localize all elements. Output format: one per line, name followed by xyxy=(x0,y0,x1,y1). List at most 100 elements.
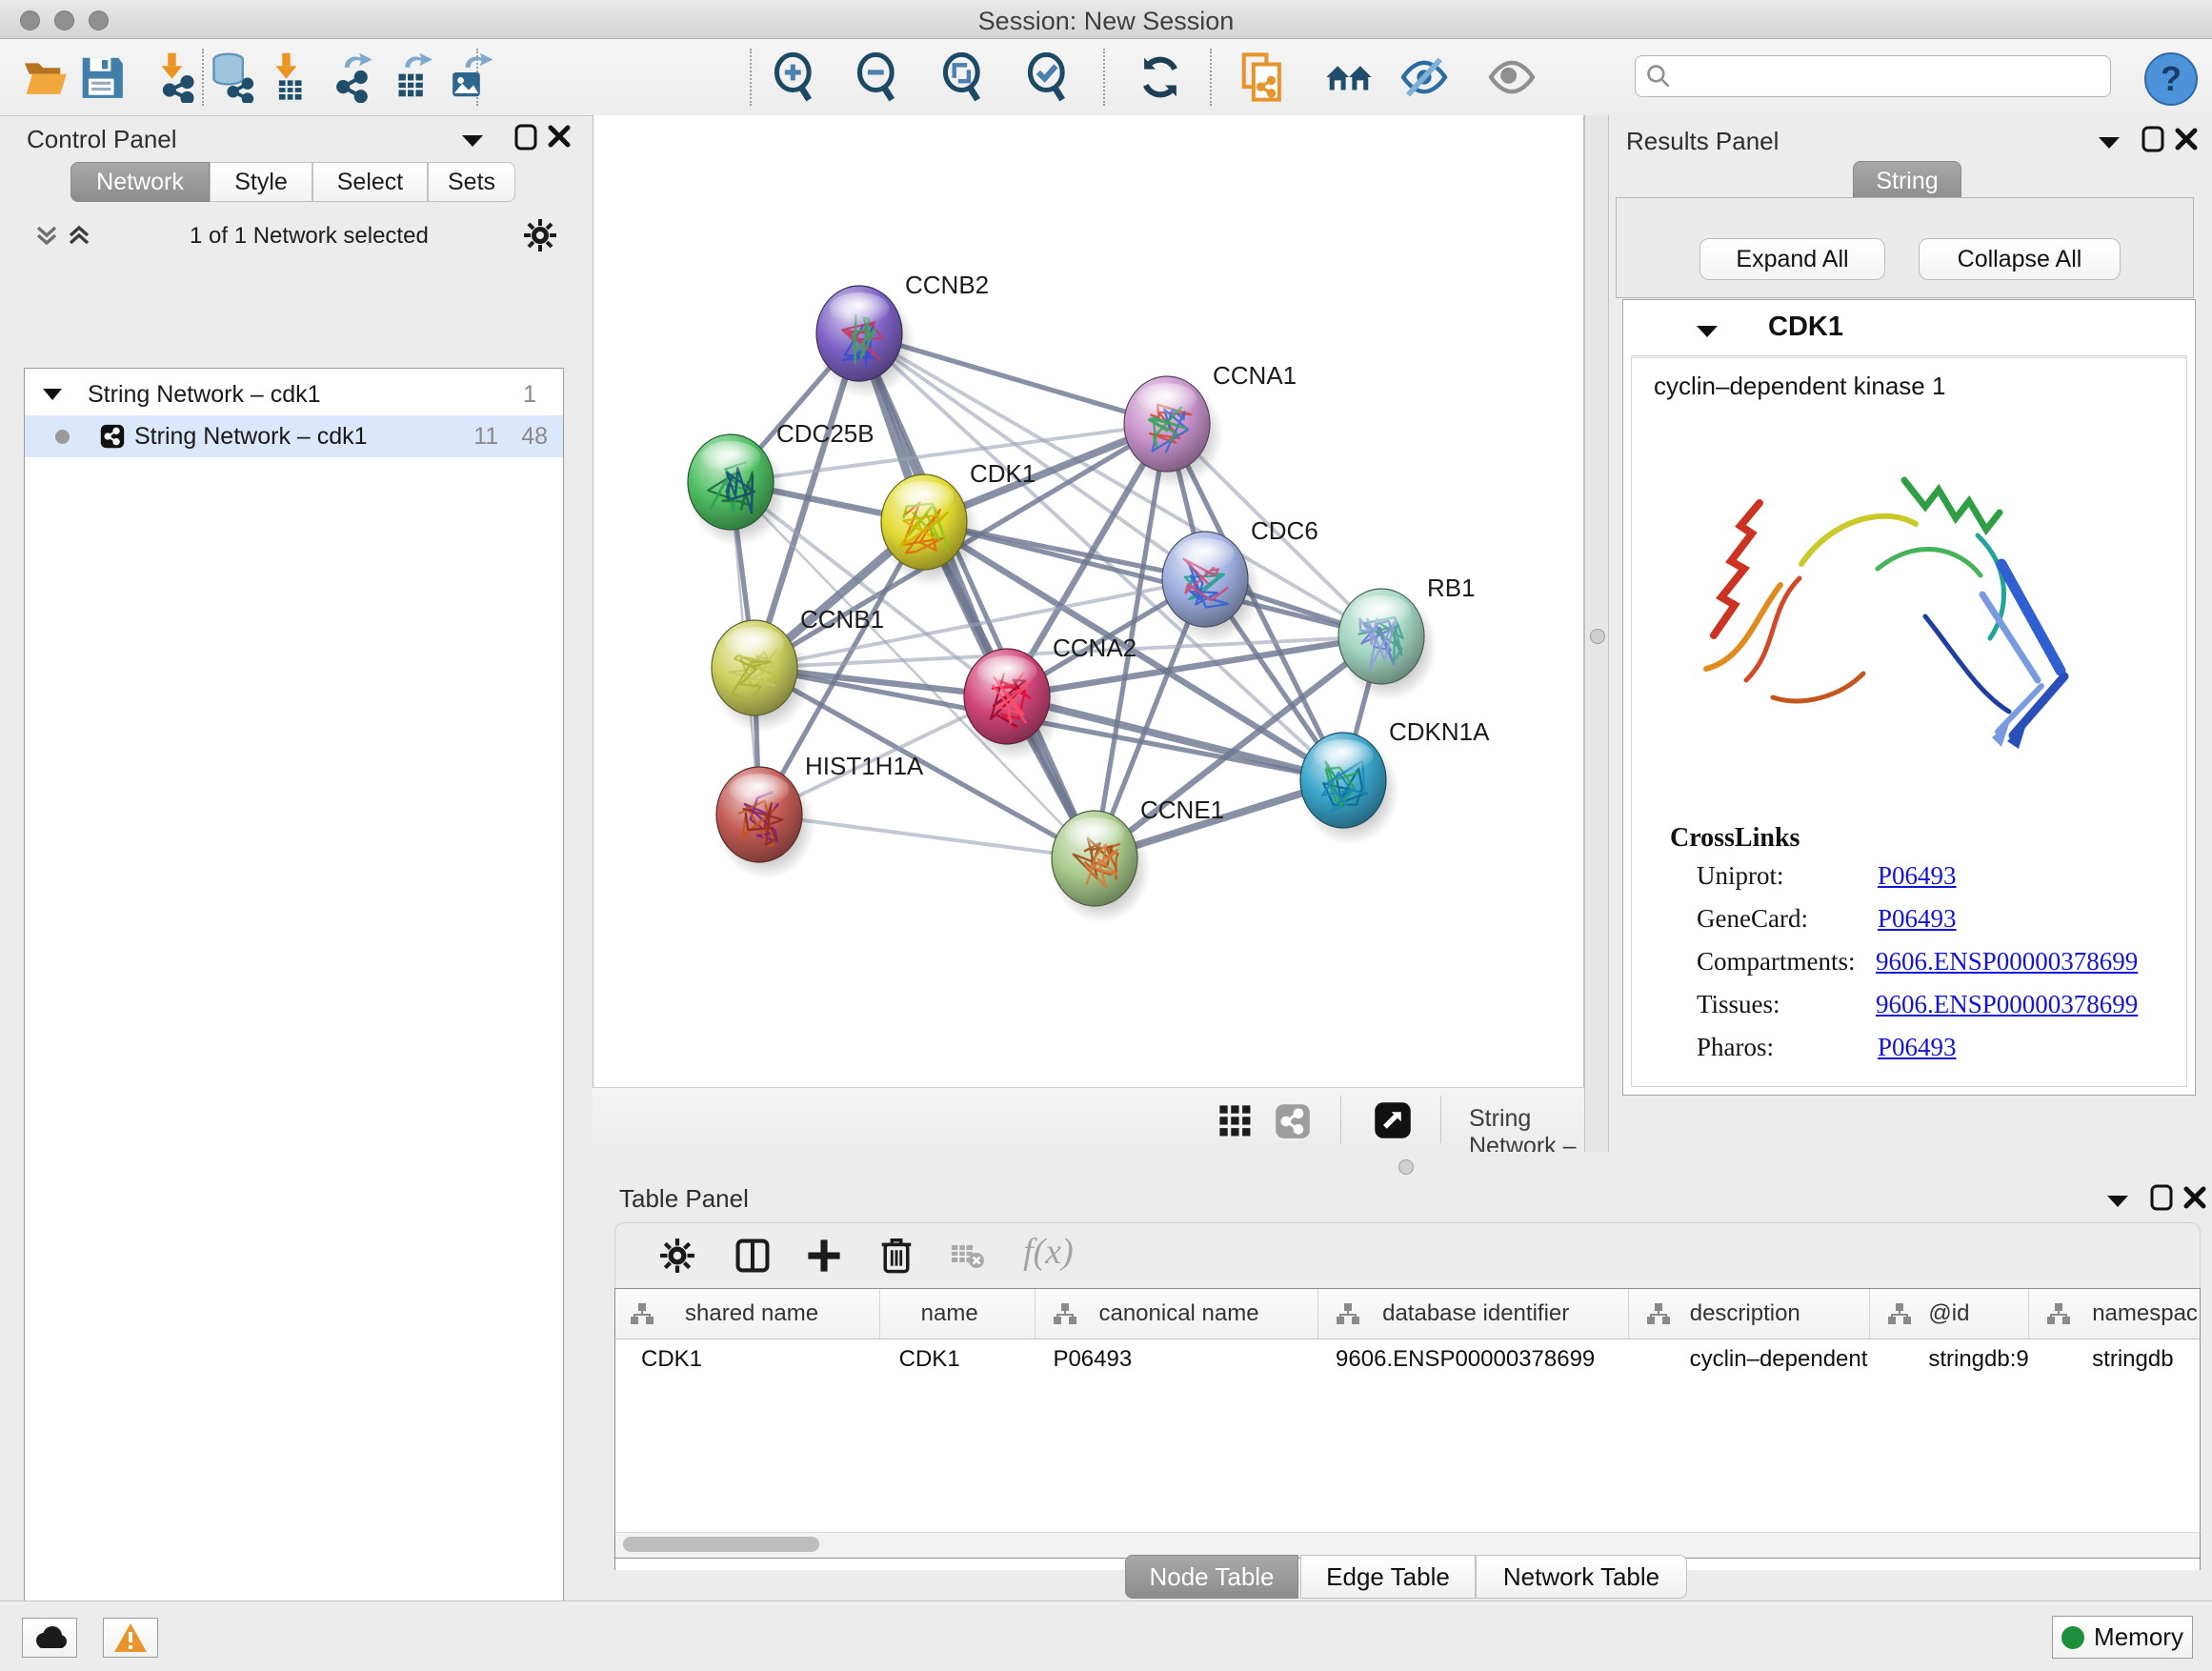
network-snapshot-button[interactable] xyxy=(1237,50,1290,104)
show-column-icon[interactable] xyxy=(734,1238,771,1274)
crosslink-tissues-link[interactable]: 9606.ENSP00000378699 xyxy=(1876,990,2138,1019)
share-view-icon[interactable] xyxy=(1275,1103,1311,1139)
float-panel-icon[interactable] xyxy=(2140,125,2166,153)
import-table-button[interactable] xyxy=(262,50,315,104)
crosslink-uniprot-link[interactable]: P06493 xyxy=(1878,861,1957,891)
warning-status-button[interactable] xyxy=(103,1618,158,1658)
tab-node-table[interactable]: Node Table xyxy=(1125,1555,1298,1599)
cell-database-identifier: 9606.ENSP00000378699 xyxy=(1318,1346,1629,1373)
export-table-button[interactable] xyxy=(385,50,438,104)
add-column-plus-icon[interactable] xyxy=(806,1238,842,1274)
node-label-hist1h1a: HIST1H1A xyxy=(805,752,924,780)
column-type-icon xyxy=(1053,1302,1077,1325)
export-image-button[interactable] xyxy=(442,50,495,104)
network-overview-button[interactable] xyxy=(1322,50,1376,104)
birds-eye-grid-icon[interactable] xyxy=(1217,1103,1254,1139)
close-panel-icon[interactable] xyxy=(547,124,572,149)
results-panel-title: Results Panel xyxy=(1626,127,1779,156)
export-image-icon xyxy=(443,51,494,103)
search-input[interactable] xyxy=(1672,62,2085,91)
panel-menu-icon[interactable] xyxy=(2097,134,2122,151)
help-button[interactable]: ? xyxy=(2144,52,2198,106)
crosslink-compartments-link[interactable]: 9606.ENSP00000378699 xyxy=(1876,947,2138,976)
cell-name: CDK1 xyxy=(880,1346,1036,1373)
tree-expand-icon[interactable] xyxy=(42,387,63,402)
float-panel-icon[interactable] xyxy=(513,123,539,151)
import-network-database-button[interactable] xyxy=(205,50,258,104)
float-panel-icon[interactable] xyxy=(2148,1183,2175,1212)
tab-network-table[interactable]: Network Table xyxy=(1476,1555,1687,1599)
column-header-canonical-name[interactable]: canonical name xyxy=(1036,1289,1318,1339)
export-network-icon xyxy=(329,51,380,103)
horizontal-splitter-handle[interactable] xyxy=(1398,1159,1414,1175)
expand-all-icon[interactable] xyxy=(67,222,91,249)
zoom-selected-button[interactable] xyxy=(1021,50,1075,104)
tab-string[interactable]: String xyxy=(1853,161,1961,200)
network-node-cdkn1a[interactable] xyxy=(1300,733,1399,845)
column-header-shared-name[interactable]: shared name xyxy=(615,1289,880,1339)
memory-button[interactable]: Memory xyxy=(2052,1616,2193,1659)
column-type-icon xyxy=(1336,1302,1360,1325)
network-tree: String Network – cdk1 1 String Network –… xyxy=(24,368,564,1671)
vertical-splitter-handle[interactable] xyxy=(1590,629,1605,644)
panel-menu-icon[interactable] xyxy=(2105,1193,2130,1210)
refresh-view-button[interactable] xyxy=(1134,50,1187,104)
zoom-in-icon xyxy=(769,51,820,103)
scrollbar-thumb[interactable] xyxy=(623,1537,819,1552)
table-row[interactable]: CDK1 CDK1 P06493 9606.ENSP00000378699 cy… xyxy=(615,1339,2200,1379)
column-header-description[interactable]: description xyxy=(1629,1289,1871,1339)
table-settings-gear-icon[interactable] xyxy=(659,1238,695,1274)
network-row-selected[interactable]: String Network – cdk1 11 48 xyxy=(25,415,563,457)
network-graph[interactable]: CCNB2CCNA1CDC25BCDK1CDC6RB1CCNB1CCNA2CDK… xyxy=(593,115,1584,1087)
tab-sets[interactable]: Sets xyxy=(428,162,515,202)
tab-select[interactable]: Select xyxy=(312,162,428,202)
node-count: 11 xyxy=(473,423,498,451)
network-node-cdc25b[interactable] xyxy=(688,434,787,547)
crosslink-genecard-link[interactable]: P06493 xyxy=(1878,904,1957,934)
import-network-file-button[interactable] xyxy=(148,50,201,104)
crosslink-pharos-link[interactable]: P06493 xyxy=(1878,1033,1957,1062)
panel-menu-icon[interactable] xyxy=(460,132,485,150)
zoom-in-button[interactable] xyxy=(768,50,821,104)
column-header-namespace[interactable]: namespac xyxy=(2029,1289,2200,1339)
footer-separator xyxy=(1440,1096,1441,1143)
tab-network[interactable]: Network xyxy=(70,162,210,202)
network-node-ccna1[interactable] xyxy=(1124,376,1223,489)
crosslink-label: Uniprot: xyxy=(1697,861,1784,891)
network-status-dot xyxy=(55,430,70,444)
column-header-name[interactable]: name xyxy=(880,1289,1036,1339)
column-header-id[interactable]: @id xyxy=(1870,1289,2029,1339)
collapse-all-button[interactable]: Collapse All xyxy=(1919,238,2121,280)
network-node-hist1h1a[interactable] xyxy=(716,767,815,879)
network-collection-row[interactable]: String Network – cdk1 1 xyxy=(25,373,563,415)
cloud-status-button[interactable] xyxy=(22,1618,77,1658)
delete-column-trash-icon[interactable] xyxy=(878,1236,915,1274)
open-session-button[interactable] xyxy=(18,50,71,104)
table-toolbar: f(x) xyxy=(614,1222,2201,1289)
gear-icon[interactable] xyxy=(523,218,557,252)
open-in-window-icon[interactable] xyxy=(1374,1101,1412,1139)
zoom-out-button[interactable] xyxy=(851,50,904,104)
export-network-button[interactable] xyxy=(328,50,381,104)
tab-style[interactable]: Style xyxy=(210,162,312,202)
section-collapse-icon[interactable] xyxy=(1695,323,1719,340)
vertical-splitter[interactable] xyxy=(1584,115,1609,1181)
save-session-button[interactable] xyxy=(75,50,129,104)
network-node-ccna2[interactable] xyxy=(964,649,1063,761)
network-node-ccnb2[interactable] xyxy=(816,286,915,398)
network-node-cdc6[interactable] xyxy=(1162,532,1261,644)
collapse-all-icon[interactable] xyxy=(34,222,59,249)
node-label-ccna2: CCNA2 xyxy=(1053,634,1136,662)
crosslinks-header: CrossLinks xyxy=(1670,823,1800,854)
close-panel-icon[interactable] xyxy=(2174,127,2199,151)
tab-edge-table[interactable]: Edge Table xyxy=(1300,1555,1476,1599)
expand-all-button[interactable]: Expand All xyxy=(1699,238,1885,280)
column-header-database-identifier[interactable]: database identifier xyxy=(1318,1289,1629,1339)
close-panel-icon[interactable] xyxy=(2182,1185,2207,1210)
network-node-cdk1[interactable] xyxy=(881,474,980,587)
zoom-fit-button[interactable] xyxy=(936,50,990,104)
hide-graphics-details-button[interactable] xyxy=(1398,50,1451,104)
collection-label: String Network – cdk1 xyxy=(88,381,321,409)
show-graphics-details-button[interactable] xyxy=(1485,50,1538,104)
network-node-rb1[interactable] xyxy=(1338,589,1438,701)
